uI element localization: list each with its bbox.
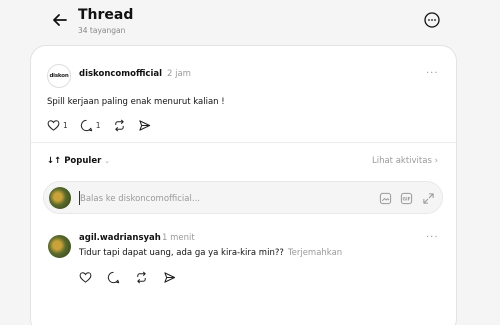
repost-icon[interactable] xyxy=(135,271,148,284)
comment-icon[interactable] xyxy=(107,271,120,284)
page-title: Thread xyxy=(78,7,134,23)
expand-icon[interactable] xyxy=(422,192,435,205)
share-button[interactable] xyxy=(138,119,151,132)
like-button[interactable]: 1 xyxy=(47,119,68,132)
repost-button[interactable] xyxy=(113,119,126,132)
repost-icon xyxy=(114,119,124,131)
heart-icon xyxy=(47,119,60,131)
text-caret xyxy=(79,191,80,205)
post-actions: 1 1 xyxy=(47,118,151,132)
more-circle-icon[interactable] xyxy=(423,11,441,29)
like-count: 1 xyxy=(63,120,68,130)
sort-dropdown[interactable]: ↓↑ Populer ⌄ xyxy=(47,156,110,166)
comment-username[interactable]: agil.wadriansyah xyxy=(79,233,161,243)
comment-body: Tidur tapi dapat uang, ada ga ya kira-ki… xyxy=(79,248,284,258)
header: Thread 34 tayangan xyxy=(0,0,500,44)
translate-link[interactable]: Terjemahkan xyxy=(288,248,342,258)
heart-icon[interactable] xyxy=(79,271,92,284)
send-icon xyxy=(138,119,150,131)
post-menu-icon[interactable]: ··· xyxy=(426,68,439,79)
image-icon[interactable] xyxy=(379,192,392,205)
chevron-down-icon: ⌄ xyxy=(104,157,111,165)
comment-time: 1 menit xyxy=(162,233,195,243)
thread-card: diskon diskoncomofficial 2 jam ··· Spill… xyxy=(30,45,457,325)
back-arrow-icon[interactable] xyxy=(50,10,70,30)
avatar[interactable]: diskon xyxy=(47,64,71,88)
post-text: Spill kerjaan paling enak menurut kalian… xyxy=(47,97,225,107)
comment-actions xyxy=(79,271,191,284)
comment-text: Tidur tapi dapat uang, ada ga ya kira-ki… xyxy=(79,248,342,258)
sort-row: ↓↑ Populer ⌄ Lihat aktivitas › xyxy=(31,143,456,181)
send-icon[interactable] xyxy=(163,271,176,284)
comment-button[interactable]: 1 xyxy=(80,119,101,132)
avatar[interactable] xyxy=(48,235,71,258)
reply-input[interactable] xyxy=(80,191,330,206)
comment: agil.wadriansyah 1 menit ··· Tidur tapi … xyxy=(31,222,456,292)
comment-menu-icon[interactable]: ··· xyxy=(426,232,439,243)
post-time: 2 jam xyxy=(167,69,191,79)
sort-label: ↓↑ Populer xyxy=(47,156,102,166)
reply-composer[interactable]: GIF xyxy=(43,181,443,214)
views-count: 34 tayangan xyxy=(78,26,126,35)
comment-icon xyxy=(80,119,92,131)
original-post: diskon diskoncomofficial 2 jam ··· Spill… xyxy=(31,46,456,143)
comment-count: 1 xyxy=(95,120,101,130)
post-username[interactable]: diskoncomofficial xyxy=(79,69,162,79)
svg-text:GIF: GIF xyxy=(402,197,410,203)
reply-avatar xyxy=(49,187,71,209)
gif-icon[interactable]: GIF xyxy=(400,192,413,205)
logo-text: diskon xyxy=(49,73,69,79)
view-activity-link[interactable]: Lihat aktivitas › xyxy=(372,156,438,166)
